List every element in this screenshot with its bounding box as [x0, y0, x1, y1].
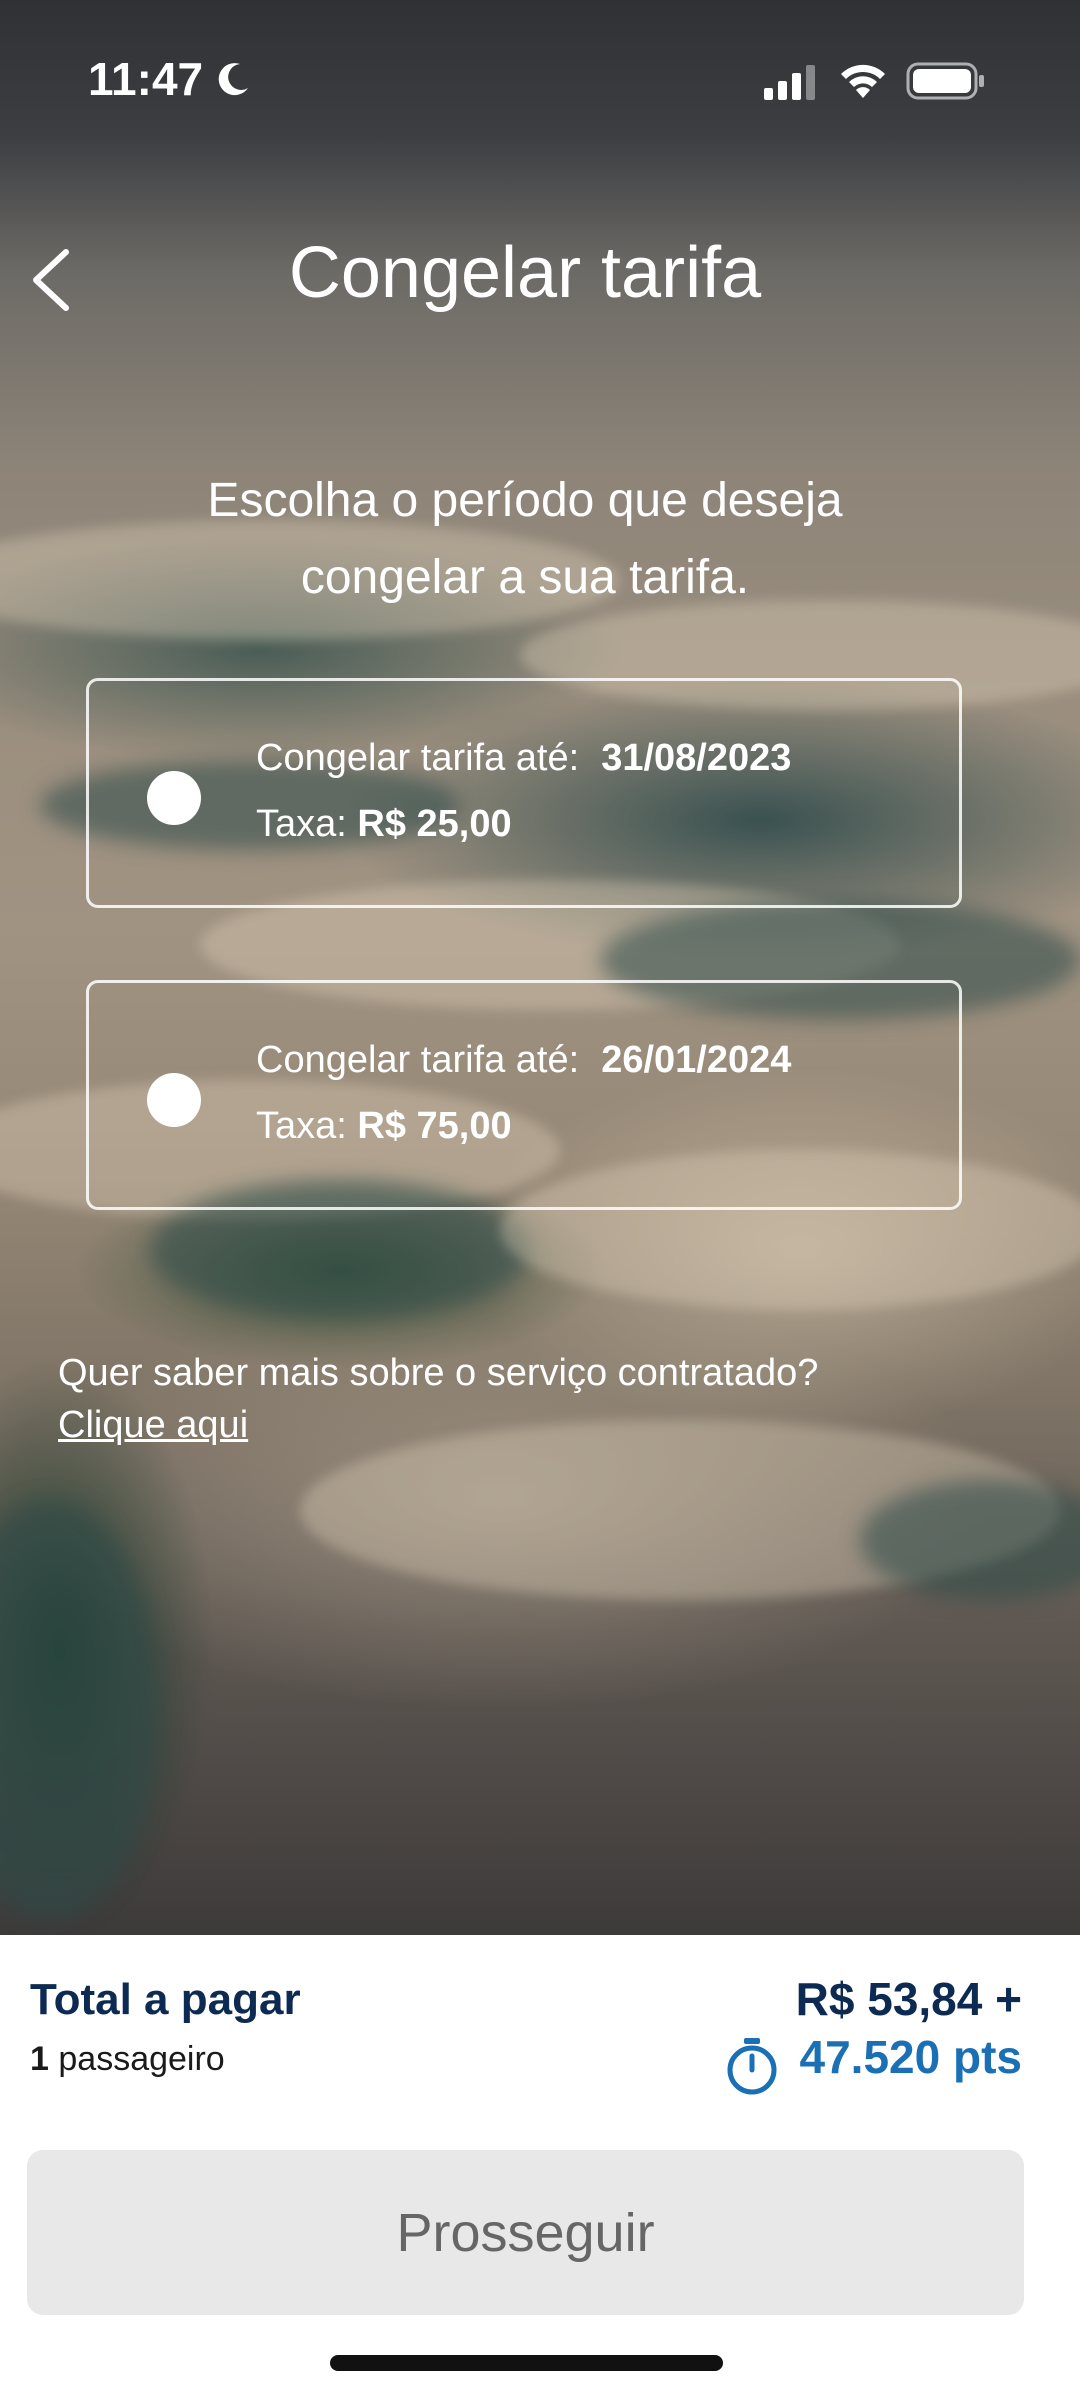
cellular-signal-icon — [764, 65, 815, 100]
continue-button[interactable]: Prosseguir — [27, 2150, 1024, 2315]
points-total: 47.520 pts — [727, 2030, 1022, 2095]
status-bar: 11:47 — [0, 0, 1080, 150]
radio-button[interactable] — [147, 1073, 201, 1127]
home-indicator — [330, 2355, 723, 2371]
fee-label: Taxa: — [256, 1105, 347, 1147]
total-label: Total a pagar — [30, 1975, 301, 2024]
info-question: Quer saber mais sobre o serviço contrata… — [58, 1352, 819, 1394]
passenger-label: passageiro — [58, 2040, 225, 2078]
passenger-info: 1 passageiro — [30, 2040, 225, 2079]
passenger-count: 1 — [30, 2040, 49, 2078]
points-value: 47.520 pts — [799, 2031, 1022, 2083]
page-title: Congelar tarifa — [288, 233, 762, 313]
timer-icon — [727, 2038, 777, 2095]
option-label: Congelar tarifa até: — [256, 1039, 580, 1081]
fee-value: R$ 25,00 — [357, 803, 512, 845]
freeze-option-1[interactable]: Congelar tarifa até: 31/08/2023 Taxa: R$ … — [86, 678, 962, 908]
total-price: R$ 53,84 + — [795, 1973, 1022, 2025]
option-date: 31/08/2023 — [601, 737, 792, 779]
wifi-icon — [841, 64, 885, 98]
option-date: 26/01/2024 — [601, 1039, 792, 1081]
instruction-text: Escolha o período que deseja congelar a … — [207, 474, 843, 604]
freeze-option-2[interactable]: Congelar tarifa até: 26/01/2024 Taxa: R$ … — [86, 980, 962, 1210]
status-time: 11:47 — [88, 53, 204, 105]
option-label: Congelar tarifa até: — [256, 737, 580, 779]
fee-label: Taxa: — [256, 803, 347, 845]
radio-button[interactable] — [147, 771, 201, 825]
learn-more-link[interactable]: Clique aqui — [58, 1404, 248, 1447]
moon-icon — [218, 63, 248, 96]
battery-icon — [906, 62, 984, 100]
fee-value: R$ 75,00 — [357, 1105, 512, 1147]
